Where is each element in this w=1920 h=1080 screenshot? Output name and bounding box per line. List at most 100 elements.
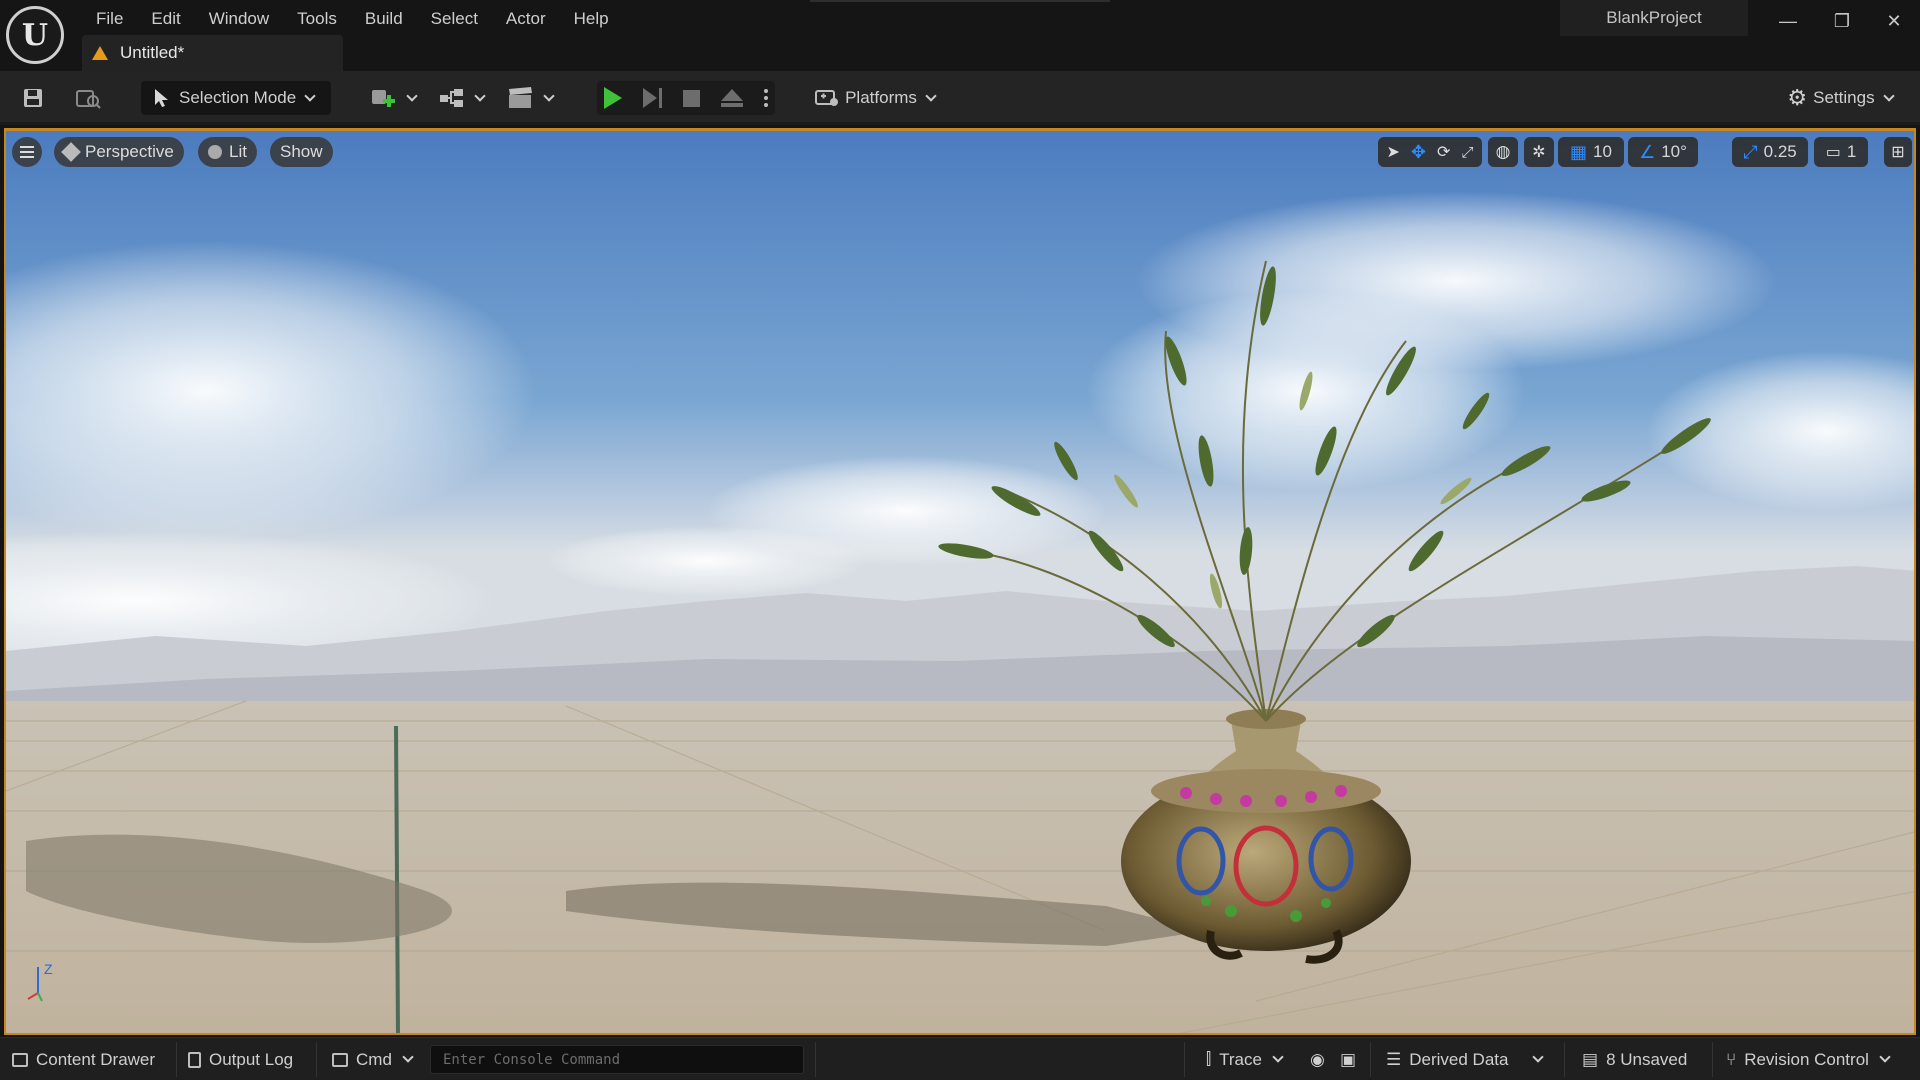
- camera-speed-value: 1: [1846, 142, 1857, 161]
- menu-window[interactable]: Window: [195, 4, 283, 30]
- surface-snap-icon: ✲: [1532, 144, 1546, 161]
- chevron-down-icon: [1272, 1051, 1284, 1063]
- console-command-input[interactable]: [430, 1045, 804, 1074]
- lit-sphere-icon: [208, 145, 222, 159]
- unsaved-button[interactable]: ▤ 8 Unsaved: [1582, 1038, 1687, 1080]
- browse-level-button[interactable]: [72, 81, 104, 115]
- menu-actor[interactable]: Actor: [492, 4, 560, 30]
- show-label: Show: [280, 142, 323, 161]
- save-icon: [24, 89, 42, 107]
- clapperboard-icon: [509, 87, 532, 108]
- select-tool-icon[interactable]: ➤: [1387, 142, 1400, 162]
- chevron-down-icon: [474, 89, 486, 102]
- selection-mode-dropdown[interactable]: Selection Mode: [141, 81, 331, 115]
- cinematics-button[interactable]: [506, 81, 555, 115]
- settings-label: Settings: [1813, 88, 1875, 107]
- document-tab[interactable]: Untitled*: [82, 35, 343, 71]
- cmd-dropdown[interactable]: Cmd: [332, 1038, 414, 1080]
- translate-tool-icon[interactable]: ✥: [1411, 142, 1426, 163]
- camera-icon: ▣: [1340, 1049, 1357, 1069]
- scale-snap-control[interactable]: ⤢ 0.25: [1732, 137, 1808, 167]
- chevron-down-icon: [406, 89, 418, 102]
- minimize-button[interactable]: —: [1768, 6, 1808, 36]
- revision-control-dropdown[interactable]: ⑂ Revision Control: [1726, 1038, 1891, 1080]
- cursor-icon: [155, 89, 168, 107]
- main-toolbar: Selection Mode Platforms ⚙ Settings: [0, 71, 1920, 125]
- divider: [1564, 1042, 1565, 1077]
- browse-icon: [76, 90, 101, 109]
- view-mode-label: Perspective: [85, 142, 174, 161]
- record-icon: ◉: [1310, 1049, 1325, 1069]
- divider: [176, 1042, 177, 1077]
- platforms-dropdown[interactable]: Platforms: [812, 81, 938, 115]
- close-button[interactable]: ✕: [1874, 6, 1914, 36]
- menu-help[interactable]: Help: [560, 4, 623, 30]
- show-dropdown[interactable]: Show: [270, 137, 333, 167]
- menu-build[interactable]: Build: [351, 4, 417, 30]
- play-options-icon[interactable]: [763, 89, 768, 107]
- world-local-toggle[interactable]: ◍: [1488, 137, 1518, 167]
- rotation-snap-control[interactable]: ∠ 10°: [1628, 137, 1698, 167]
- level-viewport[interactable]: Perspective Lit Show ➤ ✥ ⟳ ⤢ ◍ ✲ ▦ 10 ∠ …: [4, 128, 1916, 1035]
- chevron-down-icon: [543, 89, 555, 102]
- divider: [1184, 1042, 1185, 1077]
- chevron-down-icon: [304, 89, 316, 102]
- database-icon: ☰: [1386, 1049, 1402, 1069]
- selection-mode-label: Selection Mode: [179, 88, 297, 107]
- terminal-icon: [332, 1052, 348, 1067]
- perspective-dropdown[interactable]: Perspective: [54, 137, 184, 167]
- cube-icon: [61, 142, 81, 162]
- menu-file[interactable]: File: [82, 4, 137, 30]
- play-controls: [597, 81, 775, 115]
- gamepad-icon: [815, 90, 839, 106]
- advance-frame-icon[interactable]: [643, 88, 663, 108]
- layout-grid-icon: ⊞: [1891, 144, 1905, 161]
- branch-icon: ⑂: [1726, 1049, 1737, 1069]
- menu-edit[interactable]: Edit: [137, 4, 194, 30]
- scale-tool-icon[interactable]: ⤢: [1461, 144, 1473, 161]
- globe-icon: ◍: [1495, 142, 1511, 161]
- eject-icon[interactable]: [720, 89, 743, 107]
- menu-select[interactable]: Select: [417, 4, 492, 30]
- record-trace-button[interactable]: ◉: [1310, 1038, 1325, 1080]
- content-drawer-label: Content Drawer: [36, 1049, 156, 1069]
- level-warning-icon: [92, 46, 108, 60]
- platforms-label: Platforms: [845, 88, 917, 107]
- camera-speed-control[interactable]: ▭ 1: [1814, 137, 1868, 167]
- unsaved-label: 8 Unsaved: [1606, 1049, 1688, 1069]
- lit-label: Lit: [229, 142, 247, 161]
- scale-snap-icon: ⤢: [1743, 141, 1758, 162]
- save-button[interactable]: [18, 81, 48, 115]
- stop-icon[interactable]: [682, 89, 700, 107]
- viewport-layout-button[interactable]: ⊞: [1884, 137, 1912, 167]
- add-actor-button[interactable]: [370, 81, 418, 115]
- lit-dropdown[interactable]: Lit: [198, 137, 257, 167]
- trace-dropdown[interactable]: ⫿ Trace: [1206, 1038, 1284, 1080]
- play-icon[interactable]: [604, 87, 623, 109]
- gear-icon: ⚙: [1787, 85, 1808, 110]
- output-log-label: Output Log: [209, 1049, 294, 1069]
- trace-icon: ⫿: [1206, 1050, 1212, 1068]
- menu-tools[interactable]: Tools: [283, 4, 351, 30]
- unreal-logo-icon[interactable]: U: [6, 6, 64, 64]
- blueprints-button[interactable]: [438, 81, 486, 115]
- camera-icon: ▭: [1825, 144, 1841, 161]
- chevron-down-icon: [402, 1051, 414, 1063]
- derived-data-dropdown[interactable]: ☰ Derived Data: [1386, 1038, 1545, 1080]
- viewport-menu-button[interactable]: [12, 137, 42, 167]
- grid-snap-value: 10: [1593, 142, 1612, 161]
- revision-control-label: Revision Control: [1744, 1049, 1869, 1069]
- restore-button[interactable]: ❐: [1822, 6, 1862, 36]
- document-tab-label: Untitled*: [120, 43, 185, 62]
- angle-snap-icon: ∠: [1639, 141, 1656, 162]
- screenshot-trace-button[interactable]: ▣: [1340, 1038, 1356, 1080]
- surface-snap-toggle[interactable]: ✲: [1524, 137, 1554, 167]
- cmd-label: Cmd: [356, 1049, 392, 1069]
- settings-dropdown[interactable]: ⚙ Settings: [1780, 81, 1900, 115]
- grid-snap-control[interactable]: ▦ 10: [1558, 137, 1624, 167]
- divider: [1370, 1042, 1371, 1077]
- content-drawer-button[interactable]: Content Drawer: [12, 1038, 155, 1080]
- rotate-tool-icon[interactable]: ⟳: [1437, 142, 1450, 162]
- output-log-button[interactable]: Output Log: [188, 1038, 293, 1080]
- chevron-down-icon: [1532, 1051, 1545, 1063]
